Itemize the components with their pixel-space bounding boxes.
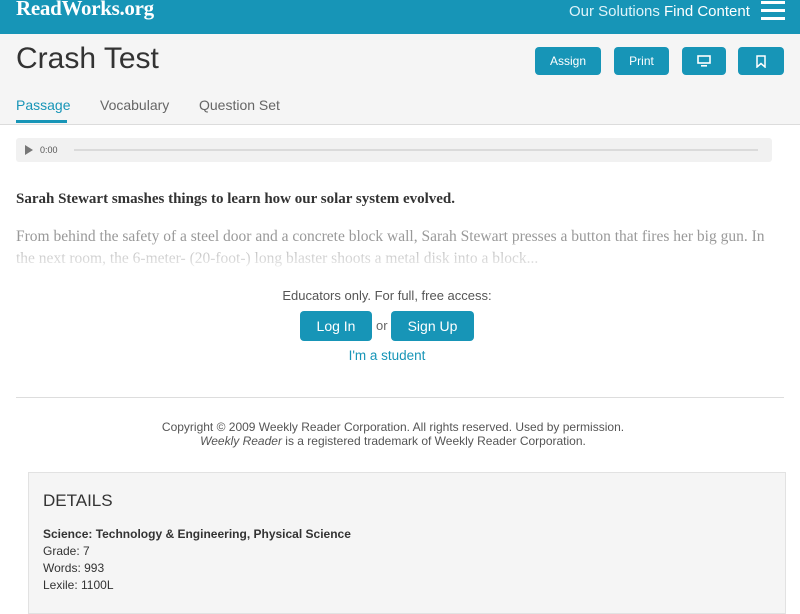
- passage-lead: Sarah Stewart smashes things to learn ho…: [16, 191, 456, 207]
- print-button[interactable]: Print: [614, 47, 669, 75]
- active-tab-indicator: [16, 120, 67, 123]
- tab-question-set[interactable]: Question Set: [199, 97, 280, 113]
- log-in-button[interactable]: Log In: [300, 311, 372, 341]
- top-bar: ReadWorks.org Our Solutions Find Content: [0, 0, 800, 34]
- copyright-line: Copyright © 2009 Weekly Reader Corporati…: [161, 420, 625, 434]
- tab-passage[interactable]: Passage: [16, 97, 70, 113]
- copyright-notice: Copyright © 2009 Weekly Reader Corporati…: [0, 420, 786, 448]
- trademark-text: is a registered trademark of Weekly Read…: [281, 434, 586, 448]
- bookmark-icon: [756, 54, 766, 68]
- nav-find-content[interactable]: Find Content: [664, 3, 750, 20]
- educators-access-text: Educators only. For full, free access:: [282, 288, 492, 303]
- passage-header: Crash Test Assign Print Passage Vocabula…: [0, 34, 800, 125]
- assign-button[interactable]: Assign: [535, 47, 601, 75]
- trademark-line: Weekly Reader is a registered trademark …: [0, 434, 786, 448]
- sign-up-button[interactable]: Sign Up: [391, 311, 474, 341]
- divider: [16, 397, 784, 398]
- tab-vocabulary[interactable]: Vocabulary: [100, 97, 169, 113]
- hamburger-menu-icon[interactable]: [761, 1, 785, 21]
- readworks-logo[interactable]: ReadWorks.org: [16, 0, 154, 21]
- monitor-icon: [697, 55, 711, 67]
- page-title: Crash Test: [16, 42, 159, 75]
- play-icon[interactable]: [25, 145, 33, 155]
- details-subject: Science: Technology & Engineering, Physi…: [43, 527, 351, 541]
- details-grade: Grade: 7: [43, 544, 90, 558]
- bookmark-button[interactable]: [738, 47, 784, 75]
- nav-our-solutions[interactable]: Our Solutions: [569, 3, 660, 20]
- audio-progress-track[interactable]: [74, 149, 758, 151]
- details-lexile: Lexile: 1100L: [43, 578, 114, 592]
- student-link[interactable]: I'm a student: [0, 348, 774, 363]
- or-label: or: [376, 318, 388, 333]
- details-panel: DETAILS Science: Technology & Engineerin…: [28, 472, 786, 614]
- present-button[interactable]: [682, 47, 726, 75]
- trademark-name: Weekly Reader: [200, 434, 282, 448]
- excerpt-fade: [0, 243, 800, 275]
- audio-player: 0:00: [16, 138, 772, 162]
- details-words: Words: 993: [43, 561, 105, 575]
- audio-time: 0:00: [40, 145, 58, 155]
- details-heading: DETAILS: [43, 491, 113, 510]
